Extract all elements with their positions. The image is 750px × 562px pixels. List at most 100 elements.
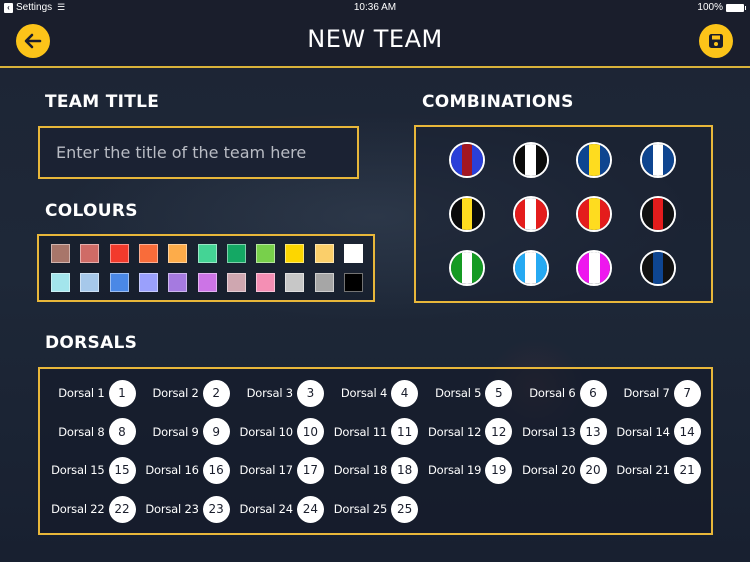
dorsal-item[interactable]: Dorsal 12 12 — [418, 418, 513, 446]
status-bar: ‹ Settings ☰ 10:36 AM 100% — [0, 0, 750, 16]
dorsal-item[interactable]: Dorsal 24 24 — [230, 495, 324, 523]
colour-swatch[interactable] — [80, 273, 100, 292]
stripe — [589, 198, 600, 230]
dorsal-item[interactable]: Dorsal 99 — [136, 418, 230, 446]
dorsal-item[interactable]: Dorsal 20 20 — [513, 456, 607, 484]
colour-swatch[interactable] — [138, 273, 158, 292]
save-button[interactable] — [699, 24, 733, 58]
stripe — [599, 252, 611, 284]
combination-option[interactable] — [640, 196, 677, 232]
stripe — [652, 198, 664, 230]
stripe — [525, 252, 537, 284]
page-title: NEW TEAM — [307, 25, 443, 53]
dorsal-item[interactable]: Dorsal 44 — [324, 379, 419, 407]
colour-swatch[interactable] — [138, 244, 158, 263]
colour-swatch[interactable] — [314, 244, 334, 263]
dorsal-number-badge: 5 — [485, 379, 513, 407]
combination-option[interactable] — [576, 250, 613, 286]
dorsal-item[interactable]: Dorsal 33 — [230, 379, 324, 407]
colour-swatch[interactable] — [285, 244, 305, 263]
colour-swatch[interactable] — [109, 273, 129, 292]
colour-swatch[interactable] — [285, 273, 305, 292]
combination-option[interactable] — [449, 142, 485, 178]
colour-swatch[interactable] — [168, 273, 188, 292]
dorsal-number-badge: 23 — [202, 495, 230, 523]
team-title-input[interactable] — [38, 126, 359, 179]
combination-option[interactable] — [512, 250, 549, 286]
stripe — [472, 252, 483, 284]
stripe — [642, 198, 653, 230]
colour-swatch[interactable] — [51, 273, 70, 292]
stripe — [589, 252, 600, 284]
dorsal-item[interactable]: Dorsal 10 10 — [230, 418, 324, 446]
dorsal-item[interactable]: Dorsal 77 — [607, 379, 701, 407]
dorsal-number-badge: 4 — [391, 379, 419, 407]
dorsal-number-badge: 15 — [108, 456, 136, 484]
dorsal-item[interactable]: Dorsal 14 14 — [607, 418, 701, 446]
colour-swatch[interactable] — [197, 273, 217, 292]
stripe — [578, 144, 590, 176]
dorsal-item[interactable]: Dorsal 21 21 — [607, 456, 701, 484]
combination-option[interactable] — [449, 196, 485, 232]
dorsal-item[interactable]: Dorsal 66 — [513, 379, 607, 407]
stripe — [536, 198, 547, 230]
dorsal-label: Dorsal 4 — [340, 386, 388, 400]
dorsal-number-badge: 6 — [579, 379, 607, 407]
combination-option[interactable] — [449, 250, 485, 286]
colour-swatch[interactable] — [168, 244, 188, 263]
dorsal-item[interactable]: Dorsal 23 23 — [136, 495, 230, 523]
stripe — [472, 198, 483, 230]
dorsal-item[interactable]: Dorsal 88 — [42, 418, 136, 446]
combinations-panel — [414, 125, 713, 303]
colour-swatch[interactable] — [314, 273, 334, 292]
colour-swatch[interactable] — [226, 273, 246, 292]
dorsal-label: Dorsal 8 — [58, 424, 105, 439]
dorsal-item[interactable]: Dorsal 22 22 — [42, 495, 136, 523]
dorsal-label: Dorsal 12 — [427, 424, 482, 439]
dorsal-item[interactable]: Dorsal 11 — [42, 379, 136, 407]
dorsal-number-badge: 14 — [673, 418, 701, 446]
stripe — [642, 144, 653, 176]
stripe — [461, 144, 473, 176]
colour-swatch[interactable] — [256, 273, 276, 292]
colour-swatch[interactable] — [80, 244, 100, 263]
combination-option[interactable] — [512, 142, 549, 178]
colour-swatch[interactable] — [109, 244, 129, 263]
stripe — [514, 144, 526, 176]
colour-swatch[interactable] — [344, 273, 363, 292]
stripe — [525, 198, 537, 230]
dorsal-item[interactable]: Dorsal 16 16 — [136, 456, 230, 484]
stripe — [642, 252, 653, 284]
dorsal-item[interactable]: Dorsal 13 13 — [513, 418, 607, 446]
combination-option[interactable] — [640, 142, 677, 178]
dorsal-item[interactable]: Dorsal 11 11 — [324, 418, 419, 446]
dorsal-number-badge: 25 — [391, 495, 419, 523]
combination-option[interactable] — [512, 196, 549, 232]
dorsal-number-badge: 12 — [485, 418, 513, 446]
dorsal-item[interactable]: Dorsal 19 19 — [418, 456, 513, 484]
combination-option[interactable] — [640, 250, 677, 286]
combination-option[interactable] — [576, 196, 613, 232]
stripe — [461, 198, 473, 230]
dorsal-number-badge: 8 — [108, 418, 136, 446]
dorsal-label: Dorsal 13 — [522, 424, 576, 439]
stripe — [451, 252, 462, 284]
dorsal-item[interactable]: Dorsal 55 — [418, 379, 513, 407]
combination-option[interactable] — [576, 142, 613, 178]
dorsal-item[interactable]: Dorsal 18 18 — [324, 456, 419, 484]
stripe — [461, 252, 473, 284]
dorsal-label: Dorsal 14 — [616, 424, 670, 439]
dorsal-item[interactable]: Dorsal 25 25 — [324, 495, 419, 523]
dorsal-number-badge: 1 — [108, 379, 136, 407]
dorsal-item[interactable]: Dorsal 17 17 — [230, 456, 324, 484]
team-title-heading: TEAM TITLE — [45, 92, 160, 112]
colour-swatch[interactable] — [344, 244, 363, 263]
colour-swatch[interactable] — [226, 244, 246, 263]
colour-swatch[interactable] — [197, 244, 217, 263]
dorsal-label: Dorsal 21 — [616, 463, 670, 478]
dorsal-item[interactable]: Dorsal 22 — [136, 379, 230, 407]
colour-swatch[interactable] — [51, 244, 70, 263]
dorsal-number-badge: 21 — [673, 456, 701, 484]
dorsal-item[interactable]: Dorsal 15 15 — [42, 456, 136, 484]
colour-swatch[interactable] — [256, 244, 276, 263]
